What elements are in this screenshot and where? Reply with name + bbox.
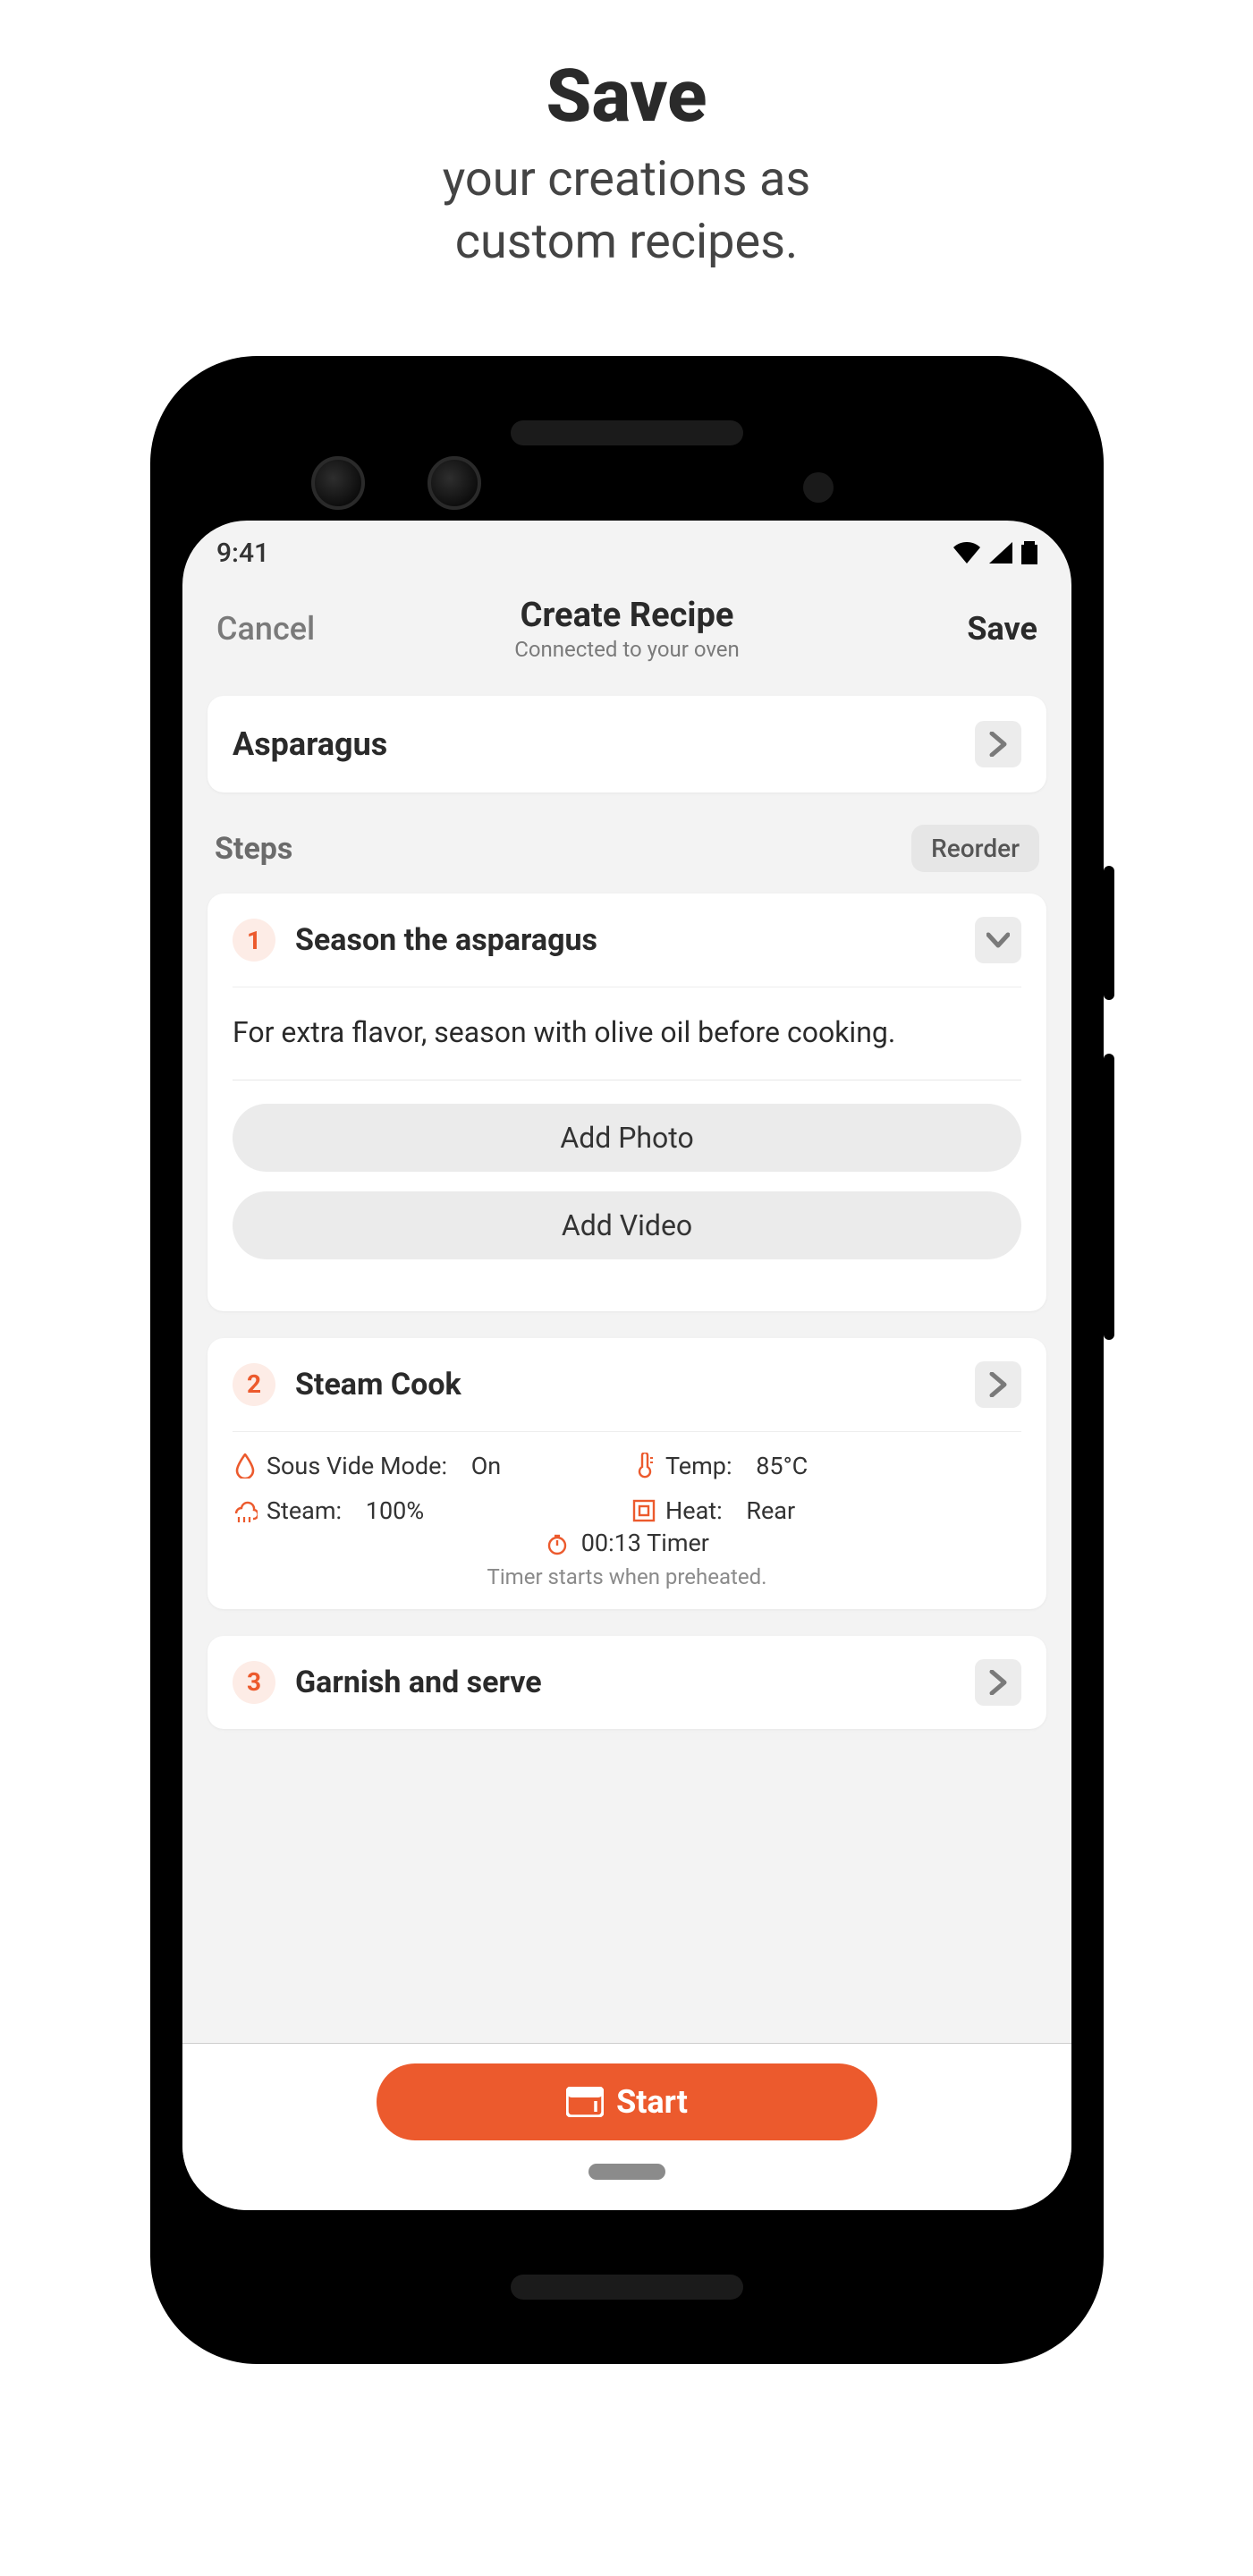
steps-label: Steps bbox=[215, 831, 292, 867]
add-photo-button[interactable]: Add Photo bbox=[233, 1104, 1021, 1172]
start-label: Start bbox=[616, 2083, 688, 2121]
oven-icon bbox=[566, 2087, 604, 2117]
nav-title-wrap: Create Recipe Connected to your oven bbox=[514, 596, 740, 662]
sous-vide-value: On bbox=[471, 1452, 502, 1480]
battery-icon bbox=[1021, 541, 1037, 564]
temp-setting: Temp: 85°C bbox=[631, 1452, 1021, 1480]
heat-element-icon bbox=[631, 1499, 656, 1522]
home-indicator[interactable] bbox=[588, 2164, 665, 2180]
chevron-right-icon[interactable] bbox=[975, 1659, 1021, 1706]
cancel-button[interactable]: Cancel bbox=[216, 610, 315, 648]
screen-title: Create Recipe bbox=[514, 596, 740, 635]
reorder-button[interactable]: Reorder bbox=[911, 825, 1039, 872]
temp-value: 85°C bbox=[756, 1452, 808, 1480]
recipe-name: Asparagus bbox=[233, 725, 387, 763]
recipe-name-row[interactable]: Asparagus bbox=[207, 696, 1046, 792]
step-title: Garnish and serve bbox=[295, 1665, 955, 1700]
phone-volume-button bbox=[1104, 1054, 1114, 1340]
promo-title: Save bbox=[0, 54, 1253, 140]
phone-speaker bbox=[511, 2275, 743, 2300]
chevron-down-icon[interactable] bbox=[975, 917, 1021, 963]
step-header[interactable]: 2 Steam Cook bbox=[207, 1338, 1046, 1431]
sous-vide-label: Sous Vide Mode: bbox=[267, 1452, 447, 1480]
step-card: 3 Garnish and serve bbox=[207, 1636, 1046, 1729]
start-button[interactable]: Start bbox=[377, 2063, 877, 2140]
save-button[interactable]: Save bbox=[967, 610, 1037, 648]
step-header[interactable]: 3 Garnish and serve bbox=[207, 1636, 1046, 1729]
step-title: Season the asparagus bbox=[295, 922, 955, 958]
step-card: 1 Season the asparagus For extra flavor,… bbox=[207, 894, 1046, 1311]
promo-sub-line2: custom recipes. bbox=[455, 214, 798, 270]
step-body: For extra flavor, season with olive oil … bbox=[207, 987, 1046, 1311]
bottom-action-bar: Start bbox=[182, 2043, 1071, 2210]
droplet-icon bbox=[233, 1453, 258, 1479]
chevron-right-icon[interactable] bbox=[975, 1361, 1021, 1408]
promo-subtitle: your creations as custom recipes. bbox=[0, 148, 1253, 274]
app-nav: Cancel Create Recipe Connected to your o… bbox=[182, 585, 1071, 678]
phone-earpiece bbox=[511, 420, 743, 445]
phone-camera-icon bbox=[311, 456, 365, 510]
timer-note: Timer starts when preheated. bbox=[207, 1563, 1046, 1609]
temp-label: Temp: bbox=[665, 1452, 732, 1480]
step-number-badge: 1 bbox=[233, 919, 275, 962]
phone-sensor-icon bbox=[803, 472, 834, 503]
wifi-icon bbox=[953, 542, 980, 564]
steam-setting: Steam: 100% bbox=[233, 1496, 622, 1525]
step-number-badge: 2 bbox=[233, 1363, 275, 1406]
screen-subtitle: Connected to your oven bbox=[514, 637, 740, 662]
step-number-badge: 3 bbox=[233, 1661, 275, 1704]
timer-icon bbox=[545, 1534, 570, 1555]
status-bar: 9:41 bbox=[182, 521, 1071, 585]
cook-settings: Sous Vide Mode: On Temp: 85°C Steam: 100… bbox=[207, 1432, 1046, 1529]
step-card: 2 Steam Cook Sous Vide Mode: On bbox=[207, 1338, 1046, 1609]
chevron-right-icon[interactable] bbox=[975, 721, 1021, 767]
content-scroll[interactable]: Asparagus Steps Reorder 1 Season the asp… bbox=[182, 678, 1071, 2043]
cellular-icon bbox=[989, 542, 1012, 564]
phone-power-button bbox=[1104, 866, 1114, 1000]
step-description: For extra flavor, season with olive oil … bbox=[233, 1013, 1021, 1053]
steam-value: 100% bbox=[366, 1496, 424, 1525]
steam-label: Steam: bbox=[267, 1496, 342, 1525]
add-video-button[interactable]: Add Video bbox=[233, 1191, 1021, 1259]
status-time: 9:41 bbox=[216, 538, 269, 569]
step-title: Steam Cook bbox=[295, 1367, 955, 1402]
promo-header: Save your creations as custom recipes. bbox=[0, 0, 1253, 274]
heat-label: Heat: bbox=[665, 1496, 723, 1525]
step-header[interactable]: 1 Season the asparagus bbox=[207, 894, 1046, 987]
phone-camera-icon bbox=[428, 456, 481, 510]
timer-label: 00:13 Timer bbox=[581, 1529, 709, 1557]
sous-vide-setting: Sous Vide Mode: On bbox=[233, 1452, 622, 1480]
thermometer-icon bbox=[631, 1453, 656, 1479]
steam-icon bbox=[233, 1499, 258, 1522]
steps-section-header: Steps Reorder bbox=[215, 825, 1039, 872]
app-screen: 9:41 Cancel Create Recipe Connected to y… bbox=[182, 521, 1071, 2210]
timer-row: 00:13 Timer bbox=[207, 1529, 1046, 1563]
promo-sub-line1: your creations as bbox=[443, 151, 810, 208]
heat-value: Rear bbox=[746, 1496, 795, 1525]
phone-frame: 9:41 Cancel Create Recipe Connected to y… bbox=[150, 356, 1104, 2364]
heat-setting: Heat: Rear bbox=[631, 1496, 1021, 1525]
